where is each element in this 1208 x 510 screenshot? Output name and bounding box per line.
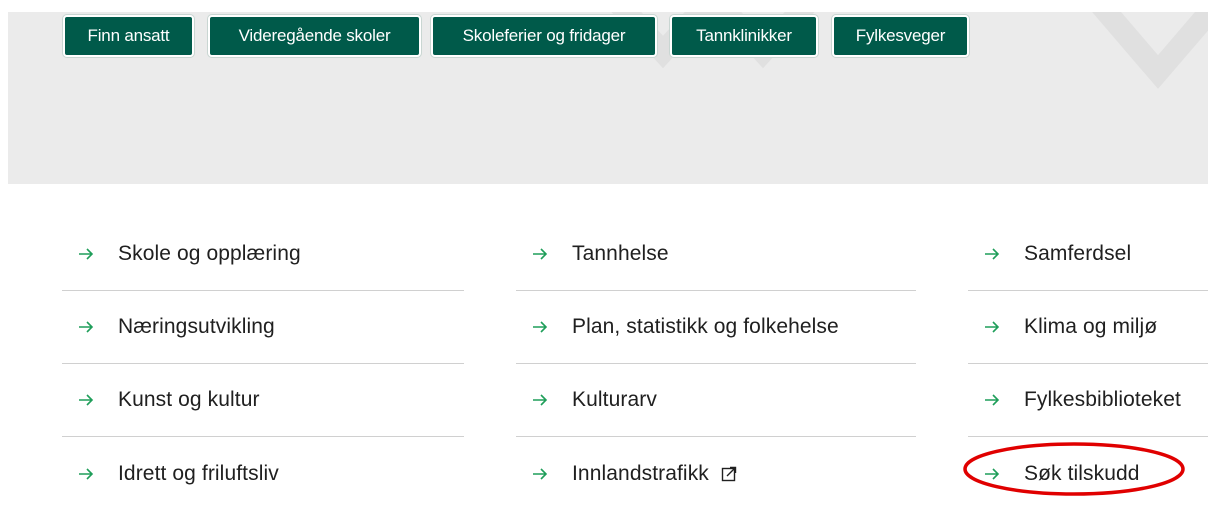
arrow-right-icon	[79, 394, 94, 406]
topic-link[interactable]: Fylkesbiblioteket	[968, 364, 1208, 437]
topic-label: Kulturarv	[572, 388, 657, 411]
arrow-right-icon	[985, 467, 1000, 480]
arrow-right-icon	[79, 467, 94, 480]
topic-label: Innlandstrafikk	[572, 461, 709, 485]
topic-label: Samferdsel	[1024, 242, 1132, 265]
topic-label: Søk tilskudd	[1024, 461, 1140, 485]
quick-link-videregaende-skoler[interactable]: Videregående skoler	[208, 15, 421, 57]
topic-label: Kunst og kultur	[118, 388, 260, 411]
arrow-right-icon	[79, 321, 94, 333]
topic-link[interactable]: Idrett og friluftsliv	[62, 437, 464, 510]
arrow-right-icon	[533, 321, 548, 333]
arrow-right-icon	[533, 467, 548, 480]
topic-link[interactable]: Innlandstrafikk	[516, 437, 916, 510]
topic-column-1: Skole og opplæring Næringsutvikling Kuns…	[62, 218, 464, 510]
topic-link[interactable]: Tannhelse	[516, 218, 916, 291]
topic-link[interactable]: Plan, statistikk og folkehelse	[516, 291, 916, 364]
topic-column-3: Samferdsel Klima og miljø Fylkesbibliote…	[968, 218, 1208, 510]
topic-link[interactable]: Kulturarv	[516, 364, 916, 437]
arrow-right-icon	[533, 248, 548, 260]
topic-label: Plan, statistikk og folkehelse	[572, 315, 839, 338]
topic-label: Skole og opplæring	[118, 242, 301, 265]
topic-link[interactable]: Skole og opplæring	[62, 218, 464, 291]
external-link-icon	[721, 466, 737, 481]
arrow-right-icon	[985, 321, 1000, 333]
quick-link-fylkesveger[interactable]: Fylkesveger	[832, 15, 969, 57]
topic-label: Idrett og friluftsliv	[118, 461, 279, 485]
arrow-right-icon	[79, 248, 94, 260]
topic-label: Næringsutvikling	[118, 315, 275, 338]
topic-column-2: Tannhelse Plan, statistikk og folkehelse…	[516, 218, 916, 510]
quick-link-finn-ansatt[interactable]: Finn ansatt	[63, 15, 194, 57]
quick-link-tannklinikker[interactable]: Tannklinikker	[670, 15, 818, 57]
topic-link[interactable]: Samferdsel	[968, 218, 1208, 291]
topic-link[interactable]: Kunst og kultur	[62, 364, 464, 437]
topic-label: Fylkesbiblioteket	[1024, 388, 1181, 411]
topic-label: Tannhelse	[572, 242, 669, 265]
arrow-right-icon	[985, 394, 1000, 406]
topic-label: Klima og miljø	[1024, 315, 1158, 338]
arrow-right-icon	[985, 248, 1000, 260]
topic-link-sok-tilskudd[interactable]: Søk tilskudd	[968, 437, 1208, 510]
topic-link[interactable]: Klima og miljø	[968, 291, 1208, 364]
topic-link[interactable]: Næringsutvikling	[62, 291, 464, 364]
quick-link-skoleferier[interactable]: Skoleferier og fridager	[431, 15, 657, 57]
arrow-right-icon	[533, 394, 548, 406]
